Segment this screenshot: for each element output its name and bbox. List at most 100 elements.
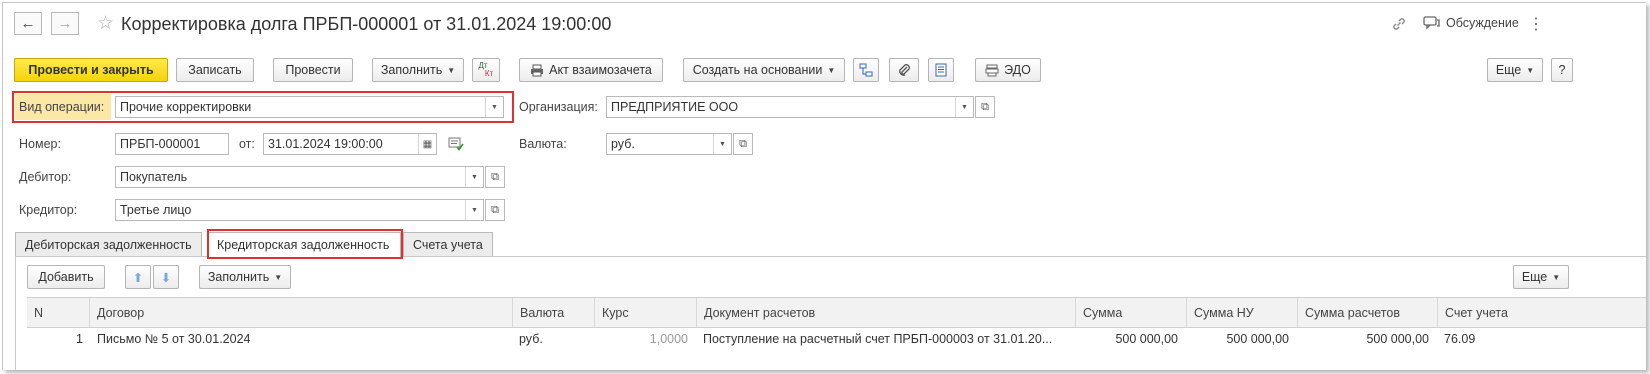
column-account[interactable]: Счет учета	[1437, 298, 1646, 327]
column-rate[interactable]: Курс	[594, 298, 696, 327]
column-currency[interactable]: Валюта	[512, 298, 594, 327]
kt-label: Кт	[484, 69, 494, 78]
edo-label: ЭДО	[1004, 63, 1031, 77]
document-list-icon	[935, 63, 947, 77]
organization-open-button[interactable]: ⧉	[975, 96, 995, 118]
column-sum[interactable]: Сумма	[1075, 298, 1186, 327]
move-up-button[interactable]: ⬆	[125, 265, 151, 289]
creditor-open-button[interactable]: ⧉	[485, 199, 505, 221]
back-button[interactable]: ←	[14, 12, 42, 35]
open-window-icon: ⧉	[739, 137, 747, 150]
column-sum-calc[interactable]: Сумма расчетов	[1297, 298, 1437, 327]
open-window-icon: ⧉	[981, 100, 989, 113]
post-and-close-label: Провести и закрыть	[28, 63, 154, 77]
chevron-down-icon: ▼	[1526, 65, 1535, 75]
link-button[interactable]	[1391, 16, 1407, 32]
payables-highlight-frame	[207, 229, 403, 259]
table-more-label: Еще	[1521, 270, 1548, 284]
organization-label: Организация:	[519, 100, 598, 114]
add-row-button[interactable]: Добавить	[27, 265, 105, 289]
operation-highlight-frame	[12, 91, 514, 123]
tab-accounts-label: Счета учета	[413, 237, 483, 252]
chevron-down-icon: ▼	[827, 65, 836, 75]
printer-icon	[531, 64, 544, 76]
chevron-down-icon: ▼	[447, 65, 456, 75]
edo-icon	[985, 64, 999, 76]
page-title: Корректировка долга ПРБП-000001 от 31.01…	[121, 14, 612, 34]
arrow-down-icon: ⬇	[160, 270, 172, 285]
row-contract: Письмо № 5 от 30.01.2024	[97, 332, 251, 346]
chat-icon	[1423, 16, 1440, 30]
offset-act-label: Акт взаимозачета	[549, 63, 652, 77]
posting-status-icon[interactable]	[448, 137, 464, 154]
organization-select[interactable]: ПРЕДПРИЯТИЕ ООО ▼	[606, 96, 974, 118]
currency-open-button[interactable]: ⧉	[733, 133, 753, 155]
column-sum-nu[interactable]: Сумма НУ	[1186, 298, 1297, 327]
document-window: ← → ☆ Корректировка долга ПРБП-000001 от…	[2, 2, 1646, 370]
arrow-up-icon: ⬆	[132, 270, 144, 285]
date-from-label: от:	[239, 137, 255, 151]
debtor-open-button[interactable]: ⧉	[485, 166, 505, 188]
column-contract[interactable]: Договор	[89, 298, 512, 327]
post-and-close-button[interactable]: Провести и закрыть	[14, 58, 168, 82]
add-row-label: Добавить	[38, 270, 94, 284]
creditor-select[interactable]: Третье лицо ▼	[115, 199, 484, 221]
row-sum: 500 000,00	[1115, 332, 1178, 346]
date-input[interactable]: 31.01.2024 19:00:00 ▦	[263, 133, 437, 155]
chevron-down-icon[interactable]: ▼	[955, 97, 973, 117]
favorite-star-icon[interactable]: ☆	[97, 12, 114, 35]
chevron-down-icon[interactable]: ▼	[713, 134, 731, 154]
dt-kt-button[interactable]: Дт Кт	[472, 58, 500, 82]
debtor-select[interactable]: Покупатель ▼	[115, 166, 484, 188]
date-value: 31.01.2024 19:00:00	[268, 137, 383, 151]
tab-accounts[interactable]: Счета учета	[403, 232, 493, 256]
offset-act-button[interactable]: Акт взаимозачета	[519, 58, 663, 82]
debtor-value: Покупатель	[120, 170, 188, 184]
row-document: Поступление на расчетный счет ПРБП-00000…	[703, 332, 1053, 346]
save-button[interactable]: Записать	[176, 58, 254, 82]
fill-dropdown-button[interactable]: Заполнить ▼	[372, 58, 464, 82]
debtor-label: Дебитор:	[19, 170, 72, 184]
arrow-left-icon: ←	[20, 15, 36, 32]
row-account: 76.09	[1444, 332, 1476, 346]
chevron-down-icon: ▼	[274, 272, 283, 282]
move-down-button[interactable]: ⬇	[153, 265, 179, 289]
column-document[interactable]: Документ расчетов	[696, 298, 1075, 327]
post-label: Провести	[285, 63, 341, 77]
create-based-on-button[interactable]: Создать на основании ▼	[683, 58, 845, 82]
save-label: Записать	[188, 63, 242, 77]
currency-select[interactable]: руб. ▼	[606, 133, 732, 155]
window-menu-icon[interactable]: ⋮	[1528, 14, 1545, 34]
creditor-label: Кредитор:	[19, 203, 78, 217]
column-n[interactable]: N	[27, 298, 89, 327]
table-fill-button[interactable]: Заполнить ▼	[199, 265, 291, 289]
structure-button[interactable]	[853, 58, 879, 82]
table-more-button[interactable]: Еще ▼	[1513, 265, 1569, 289]
post-button[interactable]: Провести	[273, 58, 353, 82]
chevron-down-icon[interactable]: ▼	[465, 200, 483, 220]
row-currency: руб.	[519, 332, 543, 346]
row-sum-nu: 500 000,00	[1226, 332, 1289, 346]
table-header: N Договор Валюта Курс Документ расчетов …	[27, 297, 1646, 328]
attach-button[interactable]	[889, 58, 919, 82]
number-input[interactable]: ПРБП-000001	[115, 133, 229, 155]
tab-receivables[interactable]: Дебиторская задолженность	[15, 232, 202, 256]
help-label: ?	[1558, 63, 1566, 77]
edo-button[interactable]: ЭДО	[975, 58, 1041, 82]
more-button[interactable]: Еще ▼	[1487, 58, 1543, 82]
forward-button[interactable]: →	[51, 12, 79, 35]
discussion-label: Обсуждение	[1446, 16, 1519, 30]
report-button[interactable]	[928, 58, 954, 82]
row-sum-calc: 500 000,00	[1366, 332, 1429, 346]
help-button[interactable]: ?	[1551, 58, 1573, 82]
chevron-down-icon[interactable]: ▼	[465, 167, 483, 187]
calendar-icon[interactable]: ▦	[418, 134, 436, 154]
number-label: Номер:	[19, 137, 61, 151]
more-label: Еще	[1495, 63, 1522, 77]
number-value: ПРБП-000001	[120, 137, 201, 151]
organization-value: ПРЕДПРИЯТИЕ ООО	[611, 100, 739, 114]
open-window-icon: ⧉	[491, 170, 499, 183]
fill-label: Заполнить	[380, 63, 443, 77]
discussion-button[interactable]: Обсуждение	[1423, 16, 1519, 30]
hierarchy-icon	[859, 63, 873, 77]
